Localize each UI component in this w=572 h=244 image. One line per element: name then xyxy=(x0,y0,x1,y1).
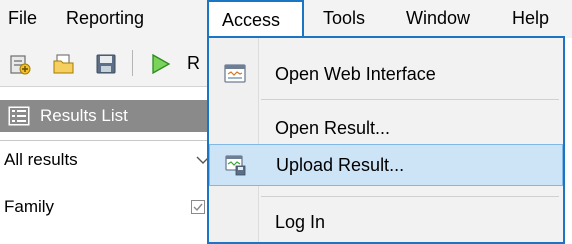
checkbox-icon[interactable] xyxy=(191,200,205,214)
results-list-title: Results List xyxy=(40,106,128,125)
menu-access[interactable]: Access xyxy=(207,0,304,38)
menu-tools[interactable]: Tools xyxy=(323,0,365,38)
open-folder-icon[interactable] xyxy=(52,52,76,76)
access-menu-dropdown: Open Web Interface Open Result... Upload… xyxy=(207,36,565,244)
menu-bar: File Reporting Access Tools Window Help xyxy=(0,0,572,38)
menu-item-open-result[interactable]: Open Result... xyxy=(211,108,561,148)
menu-file[interactable]: File xyxy=(8,0,37,38)
menu-item-label: Open Web Interface xyxy=(275,64,436,84)
menu-item-log-in[interactable]: Log In xyxy=(211,202,561,242)
menu-separator xyxy=(261,99,559,100)
web-interface-icon xyxy=(224,64,246,83)
menu-separator xyxy=(261,196,559,197)
menu-item-label: Open Result... xyxy=(275,118,391,138)
menu-item-open-web-interface[interactable]: Open Web Interface xyxy=(211,54,561,94)
menu-item-upload-result[interactable]: Upload Result... xyxy=(209,144,563,186)
menu-item-label: Upload Result... xyxy=(276,155,405,175)
new-report-icon[interactable] xyxy=(8,52,32,76)
run-button-label[interactable]: R xyxy=(187,52,200,74)
results-list-partial-row xyxy=(0,237,210,244)
menu-reporting[interactable]: Reporting xyxy=(66,0,144,38)
run-icon[interactable] xyxy=(148,52,172,76)
menu-help[interactable]: Help xyxy=(512,0,549,38)
menu-window[interactable]: Window xyxy=(406,0,470,38)
family-column-label: Family xyxy=(4,197,55,216)
list-icon xyxy=(8,106,30,126)
toolbar-separator xyxy=(132,50,133,76)
column-header-family[interactable]: Family xyxy=(0,181,210,237)
results-filter-value: All results xyxy=(4,150,78,169)
results-filter-dropdown[interactable]: All results xyxy=(0,140,210,182)
toolbar: R xyxy=(0,38,210,87)
upload-result-icon xyxy=(225,155,246,176)
menu-item-label: Log In xyxy=(275,212,326,232)
results-list-header: Results List xyxy=(0,100,210,132)
save-icon[interactable] xyxy=(94,52,118,76)
